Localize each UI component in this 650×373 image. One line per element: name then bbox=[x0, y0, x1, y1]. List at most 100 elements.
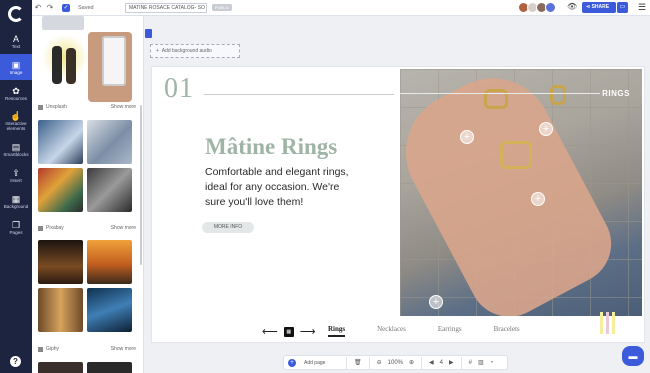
carousel-nav: ⟵ ▦ ⟶ bbox=[262, 325, 316, 338]
rail-label: Pages bbox=[9, 229, 23, 235]
image-thumbnail[interactable] bbox=[38, 240, 83, 284]
rail-item-smartblocks[interactable]: ▤ Smartblocks bbox=[0, 136, 32, 162]
upload-thumb[interactable] bbox=[88, 32, 132, 102]
slide-body-text[interactable]: Comfortable and elegant rings, ideal for… bbox=[205, 165, 355, 210]
show-more-link[interactable]: Show more bbox=[111, 346, 136, 352]
smartblocks-icon: ▤ bbox=[11, 141, 21, 152]
next-page-icon[interactable]: ▶ bbox=[446, 359, 457, 366]
rail-item-insert[interactable]: ⇪ Insert bbox=[0, 162, 32, 188]
tab-bracelets[interactable]: Bracelets bbox=[494, 325, 520, 337]
image-thumbnail[interactable] bbox=[87, 362, 132, 373]
image-icon: ▣ bbox=[11, 59, 21, 70]
hotspot-plus-icon[interactable]: + bbox=[460, 130, 474, 144]
avatar[interactable] bbox=[545, 2, 556, 13]
show-more-link[interactable]: Show more bbox=[111, 225, 136, 231]
image-thumbnail[interactable] bbox=[87, 288, 132, 332]
unsplash-icon bbox=[38, 104, 43, 110]
present-icon[interactable]: ▭ bbox=[617, 2, 628, 13]
rail-item-resources[interactable]: ✿ Resources bbox=[0, 80, 32, 106]
section-title: Giphy bbox=[46, 346, 60, 352]
theme-icon[interactable]: ◔ bbox=[487, 360, 497, 366]
bottom-toolbar: + Add page 🗑 ⊖ 100% ⊕ ◀ 4 ▶ # ▥ ◔ bbox=[283, 355, 508, 370]
section-title: Pixabay bbox=[46, 225, 64, 231]
upload-thumb[interactable] bbox=[42, 34, 88, 92]
background-icon: ▦ bbox=[11, 193, 21, 204]
rings-photo[interactable]: RINGS + + + + bbox=[400, 69, 642, 316]
media-panel: Unsplash Show more Pixabay Show more Gip… bbox=[32, 16, 144, 373]
rail-label: Interactive elements bbox=[5, 121, 27, 131]
page-number[interactable]: 4 bbox=[437, 360, 446, 366]
tab-earrings[interactable]: Earrings bbox=[438, 325, 462, 337]
rail-item-pages[interactable]: ❐ Pages bbox=[0, 214, 32, 240]
tab-necklaces[interactable]: Necklaces bbox=[377, 325, 406, 337]
public-badge[interactable]: PUBLIC bbox=[212, 4, 233, 11]
arrow-left-icon[interactable]: ⟵ bbox=[262, 325, 278, 338]
hotspot-plus-icon[interactable]: + bbox=[539, 122, 553, 136]
slide: 01 Mâtine Rings Comfortable and elegant … bbox=[151, 66, 645, 343]
category-tabs: Rings Necklaces Earrings Bracelets bbox=[328, 325, 520, 337]
prev-page-icon[interactable]: ◀ bbox=[426, 359, 437, 366]
menu-icon[interactable]: ☰ bbox=[638, 2, 646, 13]
panel-scrollbar[interactable] bbox=[140, 105, 142, 265]
left-rail: A Text ▣ Image ✿ Resources ☝ Interactive ele… bbox=[0, 0, 32, 373]
arrow-right-icon[interactable]: ⟶ bbox=[300, 325, 316, 338]
image-thumbnail[interactable] bbox=[87, 120, 132, 164]
save-status: Saved bbox=[78, 4, 94, 11]
color-bars bbox=[600, 312, 615, 334]
zoom-out-icon[interactable]: ⊖ bbox=[374, 359, 385, 366]
photo-ring bbox=[484, 89, 508, 109]
image-thumbnail[interactable] bbox=[38, 288, 83, 332]
zoom-in-icon[interactable]: ⊕ bbox=[406, 359, 417, 366]
divider bbox=[204, 94, 394, 95]
rail-label: Smartblocks bbox=[3, 151, 29, 157]
slide-heading[interactable]: Mâtine Rings bbox=[205, 134, 337, 160]
redo-icon[interactable]: ↷ bbox=[44, 3, 56, 12]
photo-label: RINGS bbox=[602, 89, 630, 98]
show-more-link[interactable]: Show more bbox=[111, 104, 136, 110]
rail-item-interactive[interactable]: ☝ Interactive elements bbox=[0, 106, 32, 136]
hotspot-plus-icon[interactable]: + bbox=[531, 192, 545, 206]
audio-label: Add background audio bbox=[161, 48, 212, 54]
section-title: Unsplash bbox=[46, 104, 67, 110]
chat-icon[interactable]: ▬ bbox=[622, 346, 644, 366]
document-title-input[interactable]: MATINE ROSACE CATALOG- SO bbox=[125, 2, 207, 13]
add-page-label: Add page bbox=[304, 359, 326, 366]
undo-icon[interactable]: ↶ bbox=[32, 3, 44, 12]
grid-view-icon[interactable]: # bbox=[466, 360, 475, 366]
share-button[interactable]: ⋖ SHARE bbox=[582, 2, 616, 13]
help-icon[interactable]: ? bbox=[10, 356, 21, 367]
page-flag-icon[interactable] bbox=[145, 29, 152, 38]
rail-item-text[interactable]: A Text bbox=[0, 28, 32, 54]
app: A Text ▣ Image ✿ Resources ☝ Interactive ele… bbox=[0, 0, 650, 373]
rail-item-image[interactable]: ▣ Image bbox=[0, 54, 32, 80]
image-thumbnail[interactable] bbox=[38, 168, 83, 212]
rail-label: Insert bbox=[10, 177, 22, 183]
more-info-button[interactable]: MORE INFO bbox=[202, 222, 254, 233]
unsplash-header: Unsplash Show more bbox=[38, 104, 136, 110]
plus-icon: + bbox=[288, 358, 296, 367]
image-thumbnail[interactable] bbox=[38, 362, 83, 373]
rail-label: Text bbox=[11, 43, 21, 49]
collaborator-avatars[interactable] bbox=[518, 2, 556, 13]
zoom-level[interactable]: 100% bbox=[385, 360, 406, 366]
layout-icon[interactable]: ▥ bbox=[475, 359, 487, 366]
tab-rings[interactable]: Rings bbox=[328, 325, 346, 337]
pages-icon: ❐ bbox=[11, 219, 21, 230]
grid-icon[interactable]: ▦ bbox=[283, 326, 294, 337]
preview-eye-icon[interactable]: 👁 bbox=[567, 2, 577, 11]
trash-icon[interactable]: 🗑 bbox=[351, 359, 365, 366]
top-bar: ↶ ↷ ✓ Saved MATINE ROSACE CATALOG- SO PU… bbox=[32, 0, 650, 16]
slide-number: 01 bbox=[164, 73, 194, 104]
hotspot-plus-icon[interactable]: + bbox=[429, 295, 443, 309]
app-logo[interactable] bbox=[0, 0, 32, 28]
add-background-audio-button[interactable]: + Add background audio bbox=[150, 44, 240, 58]
giphy-icon bbox=[38, 346, 43, 352]
image-thumbnail[interactable] bbox=[38, 120, 83, 164]
image-thumbnail[interactable] bbox=[87, 168, 132, 212]
add-page-button[interactable]: + Add page bbox=[284, 358, 342, 367]
rail-item-background[interactable]: ▦ Background bbox=[0, 188, 32, 214]
image-thumbnail[interactable] bbox=[87, 240, 132, 284]
pointer-icon: ☝ bbox=[10, 111, 22, 121]
pixabay-header: Pixabay Show more bbox=[38, 225, 136, 231]
upload-thumb[interactable] bbox=[42, 16, 84, 30]
